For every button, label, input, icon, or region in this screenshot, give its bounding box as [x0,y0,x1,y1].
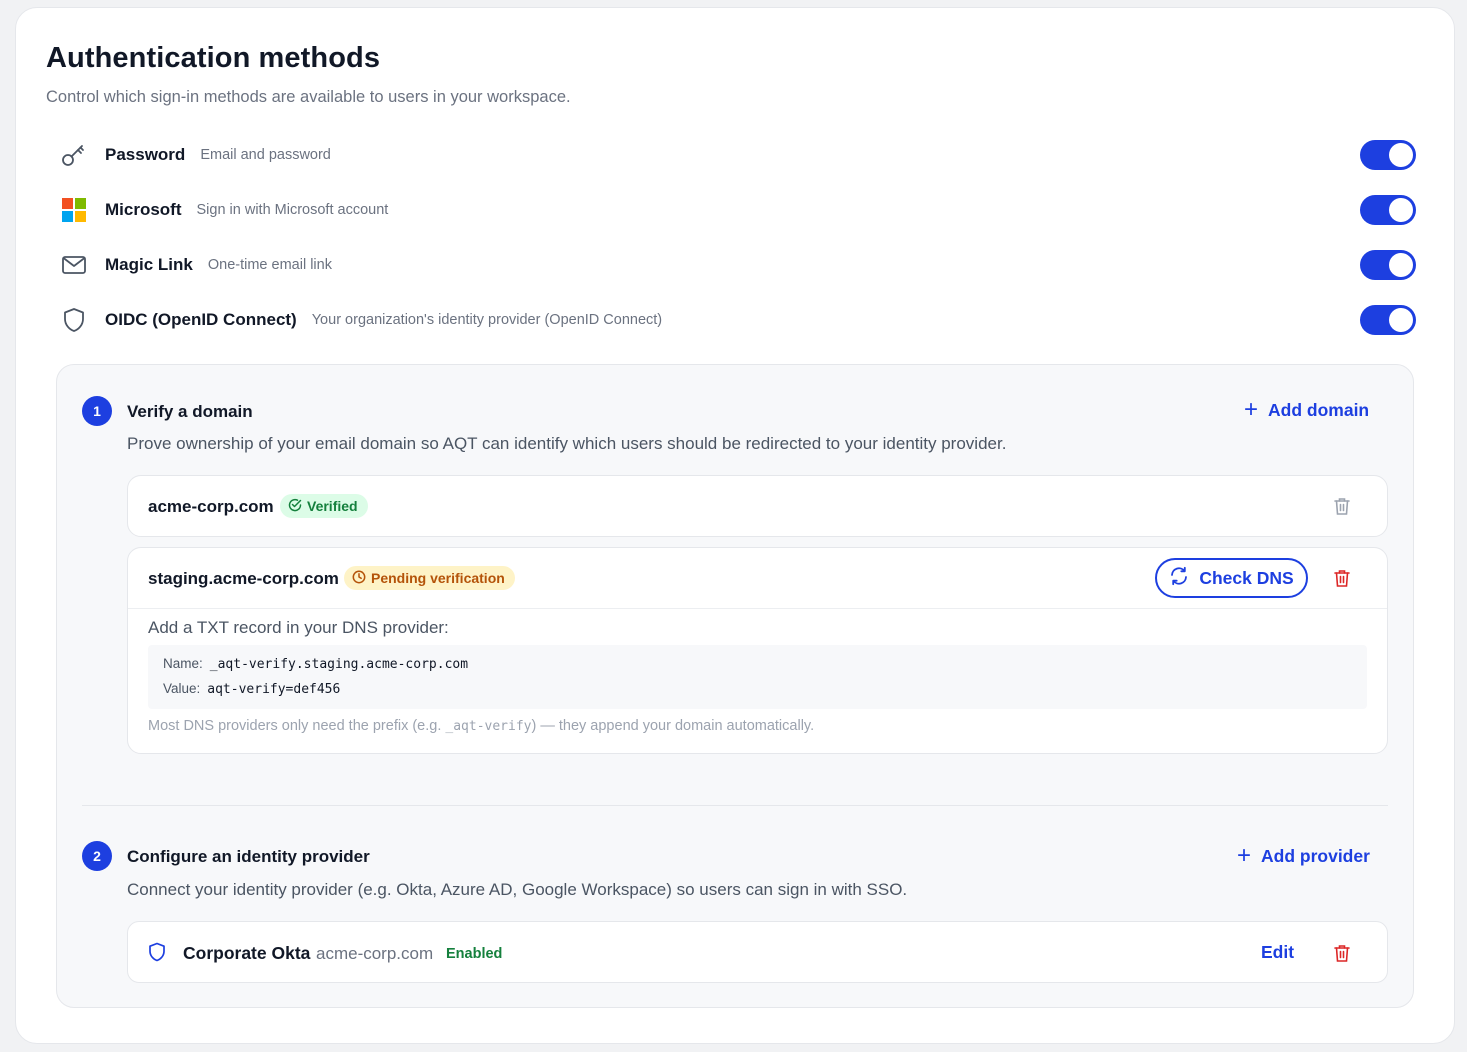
record-value-value: aqt-verify=def456 [207,682,341,697]
method-row-oidc: OIDC (OpenID Connect) Your organization'… [60,300,1416,340]
plus-icon: + [1244,396,1259,423]
method-row-microsoft: Microsoft Sign in with Microsoft account [60,190,1416,230]
shield-icon [148,942,166,967]
status-badge-label: Verified [307,498,358,514]
refresh-icon [1169,566,1189,591]
add-provider-button[interactable]: + Add provider [1237,844,1370,868]
check-circle-icon [288,498,302,515]
method-name: Password [105,145,186,164]
method-description: One-time email link [207,257,332,273]
add-domain-label: Add domain [1268,399,1370,420]
magic-link-toggle[interactable] [1360,250,1416,280]
status-badge: Verified [280,494,368,518]
check-dns-button[interactable]: Check DNS [1155,558,1308,598]
record-name-line: Name: _aqt-verify.staging.acme-corp.com [163,656,468,672]
record-name-label: Name: [163,656,203,671]
oidc-toggle[interactable] [1360,305,1416,335]
domain-name: acme-corp.com [148,497,274,516]
trash-icon[interactable] [1331,567,1353,589]
dns-hint-text: Most DNS providers only need the prefix … [148,718,446,734]
step-title-configure-idp: Configure an identity provider [127,847,370,866]
method-name: OIDC (OpenID Connect) [105,310,297,329]
plus-icon: + [1237,842,1252,869]
record-name-value: _aqt-verify.staging.acme-corp.com [209,657,469,672]
page-title: Authentication methods [46,42,381,74]
trash-icon[interactable] [1331,495,1353,517]
domain-card-pending: staging.acme-corp.com Pending verificati… [127,547,1388,754]
check-dns-label: Check DNS [1199,567,1294,588]
shield-icon [60,306,88,334]
record-value-line: Value: aqt-verify=def456 [163,681,340,697]
provider-card: Corporate Okta acme-corp.com Enabled Edi… [127,921,1388,983]
status-badge: Pending verification [344,566,515,590]
password-toggle[interactable] [1360,140,1416,170]
method-name: Magic Link [105,255,193,274]
microsoft-logo-icon [60,196,88,224]
method-description: Email and password [200,147,331,163]
method-row-password: Password Email and password [60,135,1416,175]
txt-record-instruction: Add a TXT record in your DNS provider: [148,618,449,637]
domain-card-verified: acme-corp.com Verified [127,475,1388,537]
key-icon [60,141,88,169]
method-name: Microsoft [105,200,182,219]
step-number-badge: 1 [82,396,112,426]
method-description: Sign in with Microsoft account [196,202,389,218]
step-title-verify-domain: Verify a domain [127,402,253,421]
status-badge-label: Pending verification [371,570,505,586]
step-number-badge: 2 [82,841,112,871]
step-description: Connect your identity provider (e.g. Okt… [127,880,908,899]
page-subtitle: Control which sign-in methods are availa… [46,88,571,106]
domain-name: staging.acme-corp.com [148,569,339,588]
add-provider-label: Add provider [1261,845,1370,866]
method-description: Your organization's identity provider (O… [311,312,663,328]
dns-hint-code: _aqt-verify [445,719,532,734]
step-description: Prove ownership of your email domain so … [127,434,1007,453]
edit-provider-button[interactable]: Edit [1261,942,1294,963]
add-domain-button[interactable]: + Add domain [1244,398,1369,422]
oidc-setup-panel: 1 Verify a domain Prove ownership of you… [56,364,1414,1008]
mail-icon [60,251,88,279]
auth-methods-card: Authentication methods Control which sig… [15,7,1455,1044]
record-value-label: Value: [163,681,201,696]
txt-record-code-block: Name: _aqt-verify.staging.acme-corp.com … [148,645,1367,709]
clock-icon [352,570,366,587]
method-row-magic-link: Magic Link One-time email link [60,245,1416,285]
dns-hint: Most DNS providers only need the prefix … [148,718,814,734]
microsoft-toggle[interactable] [1360,195,1416,225]
provider-name: Corporate Okta [183,943,311,963]
dns-hint-text-end: ) — they append your domain automaticall… [531,718,815,734]
divider [128,608,1387,609]
provider-domain: acme-corp.com [316,944,434,963]
provider-status: Enabled [446,946,503,962]
trash-icon[interactable] [1331,942,1353,964]
section-divider [82,805,1388,806]
